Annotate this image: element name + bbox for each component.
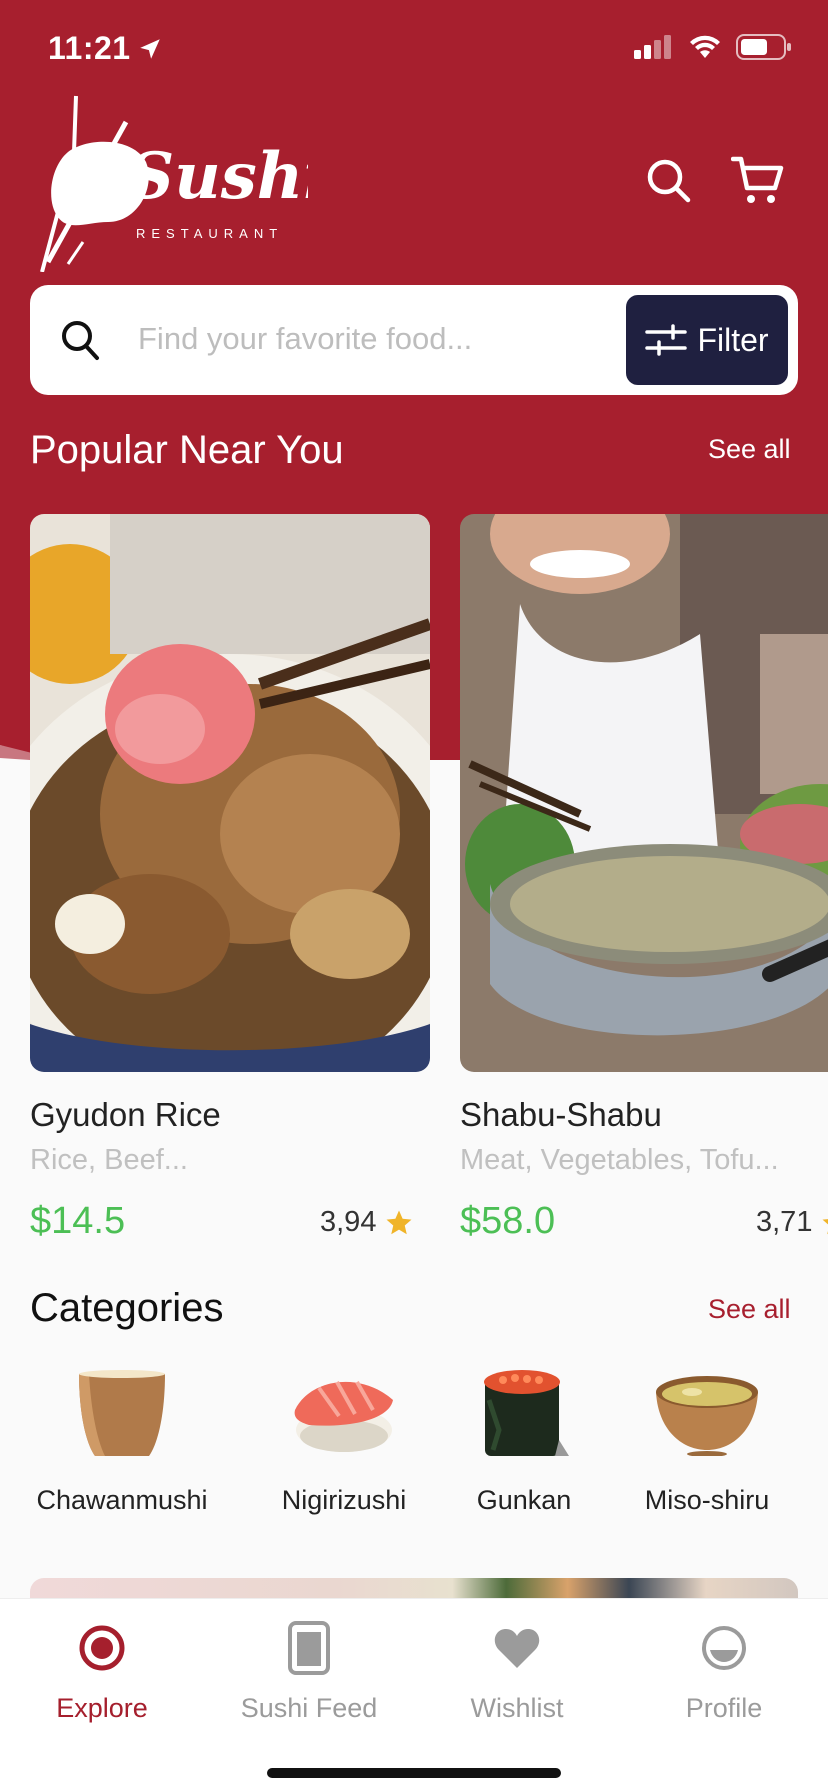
food-card-shabu-shabu[interactable]: Shabu-Shabu Meat, Vegetables, Tofu... $5… — [460, 514, 828, 1242]
tab-label: Explore — [56, 1693, 148, 1723]
category-label: Chawanmushi — [36, 1485, 208, 1515]
status-icons — [634, 34, 792, 60]
home-indicator — [267, 1768, 561, 1778]
status-time: 11:21 — [48, 30, 163, 67]
bottom-tab-bar: Explore Sushi Feed Wishlist Profile — [0, 1598, 828, 1792]
profile-icon — [702, 1626, 746, 1670]
food-rating: 3,94 — [320, 1206, 414, 1239]
search-icon — [647, 159, 691, 203]
gyudon-rice-image — [30, 514, 430, 1072]
tab-label: Sushi Feed — [240, 1693, 378, 1723]
food-card-gyudon-rice[interactable]: Gyudon Rice Rice, Beef... $14.5 3,94 — [30, 514, 430, 1242]
category-nigirizushi[interactable]: Nigirizushi — [266, 1370, 422, 1516]
wifi-icon — [690, 35, 720, 58]
header-cart-button[interactable] — [730, 152, 786, 208]
categories-see-all-link[interactable]: See all — [708, 1294, 791, 1325]
feed-card-icon — [288, 1621, 330, 1675]
filter-label: Filter — [697, 321, 769, 358]
star-icon — [386, 1210, 412, 1234]
location-arrow-icon — [139, 38, 160, 59]
search-input[interactable]: Find your favorite food... — [138, 321, 472, 357]
food-ingredients: Meat, Vegetables, Tofu... — [460, 1144, 779, 1176]
status-bar: 11:21 — [0, 0, 828, 100]
popular-see-all-link[interactable]: See all — [708, 434, 791, 465]
cart-icon — [731, 156, 784, 203]
food-name: Gyudon Rice — [30, 1096, 221, 1133]
filter-button[interactable]: Filter — [626, 295, 788, 385]
tab-label: Wishlist — [470, 1693, 564, 1723]
search-field-icon — [62, 321, 99, 360]
category-gunkan[interactable]: Gunkan — [462, 1370, 586, 1516]
heart-icon — [494, 1629, 540, 1668]
category-label: Gunkan — [476, 1485, 572, 1515]
tab-sushi-feed[interactable]: Sushi Feed — [209, 1615, 409, 1724]
status-time-text: 11:21 — [48, 30, 131, 66]
header-search-button[interactable] — [640, 152, 696, 208]
logo-emblem: Sushi RESTAURANT — [40, 95, 328, 273]
tab-profile[interactable]: Profile — [624, 1615, 824, 1724]
miso-shiru-icon — [656, 1376, 758, 1457]
sliders-icon — [645, 324, 688, 356]
battery-icon — [736, 34, 791, 60]
star-icon — [822, 1218, 828, 1234]
explore-screen: 11:21 Sushi RESTAURANT Find your favorit… — [0, 0, 828, 1792]
tab-label: Profile — [685, 1693, 763, 1723]
category-miso-shiru[interactable]: Miso-shiru — [630, 1370, 784, 1516]
logo-wordmark: Sushi — [128, 139, 308, 214]
food-price: $58.0 — [460, 1200, 556, 1242]
rating-value: 3,71 — [756, 1206, 813, 1238]
category-label: Miso-shiru — [644, 1485, 770, 1515]
logo-subtitle: RESTAURANT — [136, 226, 283, 241]
cellular-signal-icon — [634, 35, 671, 59]
popular-section-title: Popular Near You — [30, 428, 344, 472]
food-price: $14.5 — [30, 1200, 126, 1242]
rating-value: 3,94 — [320, 1206, 377, 1238]
categories-section-title: Categories — [30, 1286, 224, 1330]
food-rating: 3,71 — [756, 1206, 828, 1239]
sushi-restaurant-logo: Sushi RESTAURANT — [28, 92, 328, 273]
category-chawanmushi[interactable]: Chawanmushi — [30, 1370, 214, 1516]
food-name: Shabu-Shabu — [460, 1096, 662, 1133]
search-bar[interactable]: Find your favorite food... Filter — [30, 285, 798, 395]
gunkan-icon — [484, 1370, 569, 1456]
nigirizushi-icon — [294, 1381, 393, 1452]
explore-target-icon — [79, 1625, 125, 1671]
shabu-shabu-image — [460, 514, 828, 1072]
food-ingredients: Rice, Beef... — [30, 1144, 188, 1176]
category-label: Nigirizushi — [281, 1485, 407, 1515]
tab-wishlist[interactable]: Wishlist — [417, 1615, 617, 1724]
chawanmushi-icon — [79, 1370, 165, 1456]
tab-explore[interactable]: Explore — [2, 1615, 202, 1724]
